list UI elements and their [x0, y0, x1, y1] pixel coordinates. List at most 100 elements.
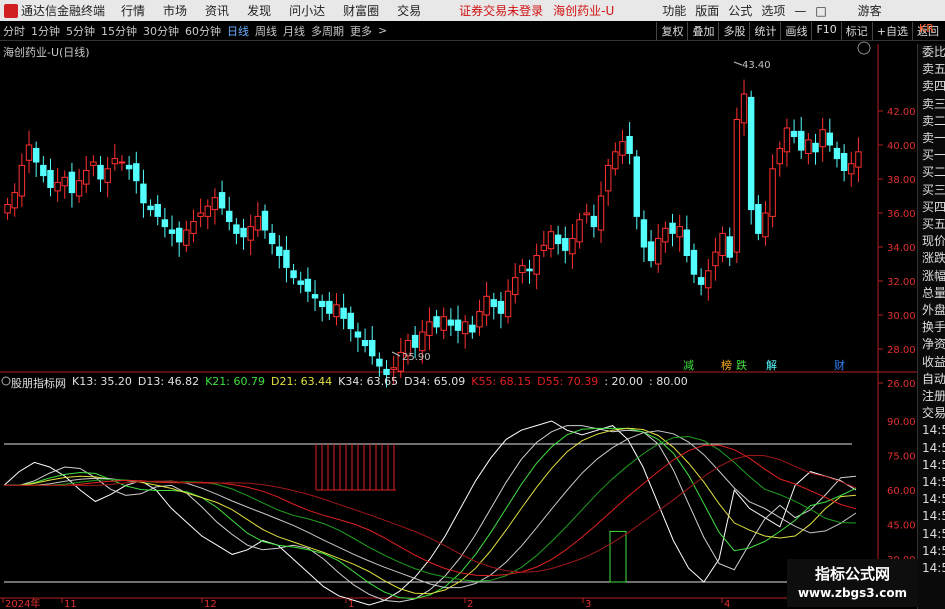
- candle-body: [619, 141, 626, 156]
- side-item: 14:56: [922, 475, 945, 490]
- candle-body: [597, 195, 605, 231]
- side-item: 14:56: [922, 509, 945, 524]
- candle-body: [497, 300, 505, 314]
- event-marker[interactable]: 解: [766, 358, 777, 372]
- kline-chart[interactable]: 42.00 40.00 38.00 36.00 34.00 32.00 30.00 28.00…: [0, 0, 917, 609]
- candle-body: [140, 183, 147, 204]
- indicator-tick: 45.00: [887, 521, 916, 532]
- candle-body: [433, 316, 440, 328]
- candle-body: [533, 255, 540, 275]
- candle-body: [504, 290, 512, 318]
- candle-body: [626, 136, 633, 154]
- side-item: 净资: [922, 337, 945, 352]
- candle-body: [376, 358, 383, 367]
- candle-body: [783, 127, 791, 153]
- candle-body: [762, 212, 769, 238]
- side-item[interactable]: 注册: [920, 388, 945, 405]
- low-price-label: 25.90: [402, 352, 431, 363]
- date-axis: 2024年 11 12 1 2 3 4: [2, 597, 730, 609]
- side-item: 买四: [922, 199, 945, 214]
- indicator-name[interactable]: 股朋指标网: [3, 375, 66, 391]
- candle-body: [133, 163, 140, 182]
- candle-body: [11, 192, 18, 209]
- candle-body: [454, 319, 462, 331]
- candle-body: [719, 232, 726, 256]
- candle-body: [669, 222, 676, 234]
- price-axis: 42.00 40.00 38.00 36.00 34.00 32.00 30.00 28.00…: [878, 107, 916, 390]
- ind-low-line: : 20.00: [604, 375, 644, 388]
- settings-gear-icon[interactable]: [857, 41, 871, 55]
- side-item: 卖二: [922, 113, 945, 128]
- candle-body: [326, 300, 333, 314]
- candle-body: [333, 304, 340, 318]
- side-item: 收益: [922, 354, 945, 369]
- candle-body: [390, 367, 397, 370]
- candle-body: [590, 215, 598, 228]
- side-item[interactable]: 自动: [920, 371, 945, 388]
- candle-body: [769, 168, 776, 217]
- candle-body: [855, 151, 862, 168]
- candle-body: [283, 249, 290, 268]
- ind-d13: D13: 46.82: [137, 375, 200, 388]
- side-item[interactable]: 交易: [920, 405, 945, 422]
- candle-body: [840, 153, 848, 171]
- candle-body: [32, 147, 40, 163]
- candle-body: [676, 226, 683, 238]
- date-tick: 2024年: [5, 597, 40, 609]
- candle-body: [755, 204, 762, 234]
- k13-line: [3, 420, 857, 606]
- k21-line: [4, 427, 857, 600]
- side-item: 卖一: [922, 131, 945, 146]
- candle-body: [440, 316, 447, 331]
- candles: [4, 61, 862, 388]
- date-tick: 2: [467, 599, 473, 609]
- candle-body: [461, 321, 469, 335]
- date-tick: 3: [585, 599, 591, 609]
- ind-k34: K34: 63.65: [338, 375, 399, 388]
- price-tick: 42.00: [887, 107, 916, 118]
- candle-body: [697, 277, 705, 285]
- high-price-label: 43.40: [742, 60, 771, 71]
- candle-body: [90, 161, 97, 166]
- candle-body: [104, 168, 111, 183]
- candle-body: [340, 307, 347, 319]
- candle-body: [798, 130, 805, 151]
- side-item: 买五: [922, 217, 945, 232]
- side-item: 涨跌: [922, 251, 945, 266]
- candle-body: [819, 129, 826, 148]
- candle-body: [175, 227, 183, 243]
- candle-body: [569, 238, 576, 255]
- k55-line: [4, 444, 857, 577]
- watermark-title: 指标公式网: [814, 565, 890, 583]
- candle-body: [805, 139, 812, 154]
- side-item: 14:56: [922, 423, 945, 438]
- event-marker[interactable]: 财: [834, 358, 845, 372]
- candle-body: [604, 164, 612, 192]
- candle-body: [647, 241, 655, 262]
- indicator-tick: 90.00: [887, 417, 916, 428]
- candle-body: [562, 238, 569, 251]
- event-marker[interactable]: 榜: [721, 358, 732, 372]
- d55-line: [4, 454, 857, 573]
- event-marker[interactable]: 跌: [736, 358, 747, 372]
- candle-body: [240, 227, 247, 238]
- candle-body: [290, 270, 297, 279]
- candle-body: [640, 219, 648, 248]
- candle-body: [83, 170, 90, 185]
- price-tick: 28.00: [887, 345, 916, 356]
- ind-d55: D55: 70.39: [537, 375, 599, 388]
- d21-line: [4, 427, 857, 595]
- date-tick: 11: [64, 599, 77, 609]
- candle-body: [683, 229, 691, 256]
- candle-body: [776, 147, 783, 165]
- candle-body: [411, 334, 419, 348]
- ind-k21: K21: 60.79: [205, 375, 265, 388]
- candle-body: [712, 251, 719, 267]
- date-tick: 1: [348, 599, 354, 609]
- candle-body: [354, 331, 362, 338]
- event-marker[interactable]: 减: [683, 359, 694, 372]
- watermark-url: www.zbgs3.com: [797, 586, 908, 600]
- price-tick: 34.00: [887, 243, 916, 254]
- candle-body: [826, 132, 834, 146]
- candle-body: [61, 176, 68, 187]
